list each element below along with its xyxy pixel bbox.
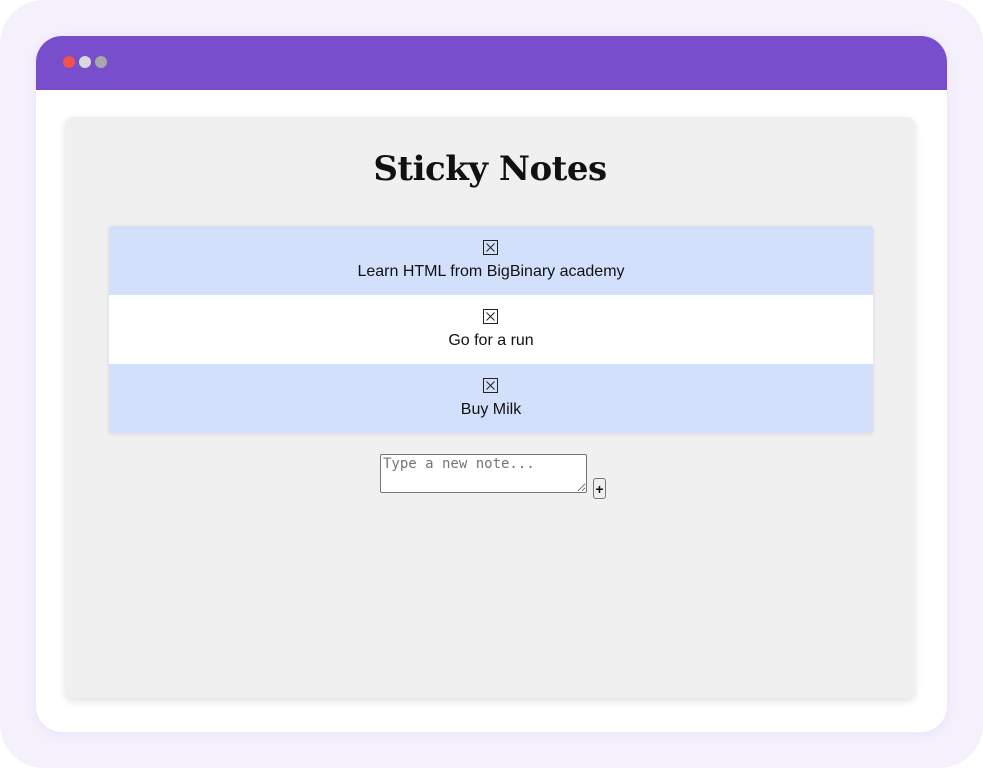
maximize-window-dot[interactable]	[95, 56, 107, 68]
app-title: Sticky Notes	[373, 149, 607, 189]
notes-list: Learn HTML from BigBinary academy Go for…	[109, 226, 873, 433]
note-text: Buy Milk	[460, 401, 522, 418]
outer-frame: Sticky Notes Learn HTML from BigBinary a…	[0, 0, 983, 768]
note-item: Learn HTML from BigBinary academy	[109, 226, 873, 295]
note-item: Go for a run	[109, 295, 873, 364]
close-box-icon[interactable]	[483, 309, 498, 324]
title-bar	[36, 36, 947, 90]
note-text: Learn HTML from BigBinary academy	[357, 263, 625, 280]
add-note-button[interactable]: +	[593, 478, 606, 499]
minimize-window-dot[interactable]	[79, 56, 91, 68]
sticky-notes-app: Sticky Notes Learn HTML from BigBinary a…	[65, 117, 915, 698]
close-window-dot[interactable]	[63, 56, 75, 68]
note-text: Go for a run	[448, 332, 534, 349]
new-note-input[interactable]	[380, 454, 587, 493]
close-box-icon[interactable]	[483, 240, 498, 255]
browser-window: Sticky Notes Learn HTML from BigBinary a…	[36, 36, 947, 732]
close-box-icon[interactable]	[483, 378, 498, 393]
note-item: Buy Milk	[109, 364, 873, 433]
